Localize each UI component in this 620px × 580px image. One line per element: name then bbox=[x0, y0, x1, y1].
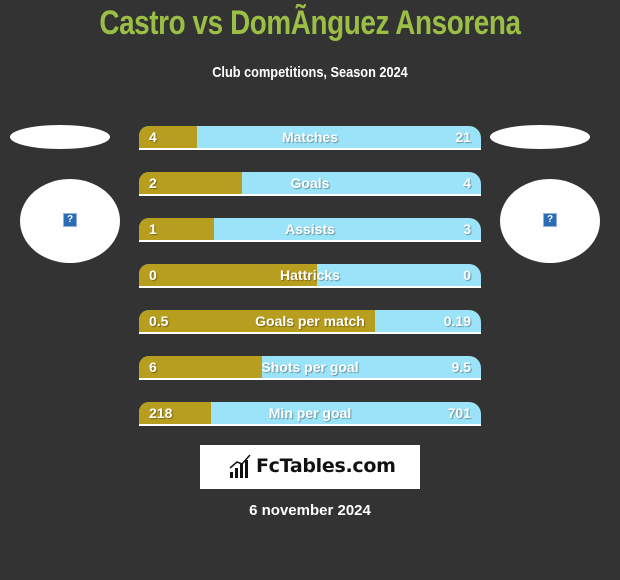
left-value: 0.5 bbox=[149, 313, 169, 329]
left-value: 1 bbox=[149, 221, 157, 237]
page-subtitle: Club competitions, Season 2024 bbox=[212, 64, 408, 81]
left-value: 4 bbox=[149, 129, 157, 145]
broken-image-icon: ? bbox=[543, 213, 557, 227]
stat-row: Goals 2 4 bbox=[139, 172, 481, 196]
right-player-avatar: ? bbox=[500, 179, 600, 263]
right-value: 701 bbox=[447, 405, 471, 421]
broken-image-icon: ? bbox=[63, 213, 77, 227]
left-value: 218 bbox=[149, 405, 173, 421]
stat-label: Hattricks bbox=[280, 267, 340, 283]
stat-label: Goals per match bbox=[255, 313, 365, 329]
right-value: 4 bbox=[463, 175, 471, 191]
right-value: 0.19 bbox=[443, 313, 471, 329]
logo-text: FcTables.com bbox=[256, 455, 396, 477]
bar-chart-icon bbox=[229, 454, 251, 478]
stat-label: Assists bbox=[285, 221, 335, 237]
left-value: 6 bbox=[149, 359, 157, 375]
right-value: 0 bbox=[463, 267, 471, 283]
left-player-name-placeholder bbox=[10, 125, 110, 149]
left-value: 2 bbox=[149, 175, 157, 191]
stat-row: Goals per match 0.5 0.19 bbox=[139, 310, 481, 334]
right-value: 3 bbox=[463, 221, 471, 237]
stat-row: Shots per goal 6 9.5 bbox=[139, 356, 481, 380]
page-title: Castro vs DomÃnguez Ansorena bbox=[99, 4, 521, 42]
stat-label: Min per goal bbox=[268, 405, 352, 421]
date-label: 6 november 2024 bbox=[249, 502, 371, 519]
stat-row: Matches 4 21 bbox=[139, 126, 481, 150]
left-player-avatar: ? bbox=[20, 179, 120, 263]
stat-row: Assists 1 3 bbox=[139, 218, 481, 242]
right-player-name-placeholder bbox=[490, 125, 590, 149]
left-value: 0 bbox=[149, 267, 157, 283]
stat-row: Hattricks 0 0 bbox=[139, 264, 481, 288]
fctables-logo[interactable]: FcTables.com bbox=[200, 445, 420, 489]
stat-label: Matches bbox=[281, 129, 339, 145]
stat-label: Shots per goal bbox=[261, 359, 359, 375]
stat-row: Min per goal 218 701 bbox=[139, 402, 481, 426]
right-value: 21 bbox=[455, 129, 471, 145]
right-value: 9.5 bbox=[451, 359, 471, 375]
stat-label: Goals bbox=[290, 175, 330, 191]
